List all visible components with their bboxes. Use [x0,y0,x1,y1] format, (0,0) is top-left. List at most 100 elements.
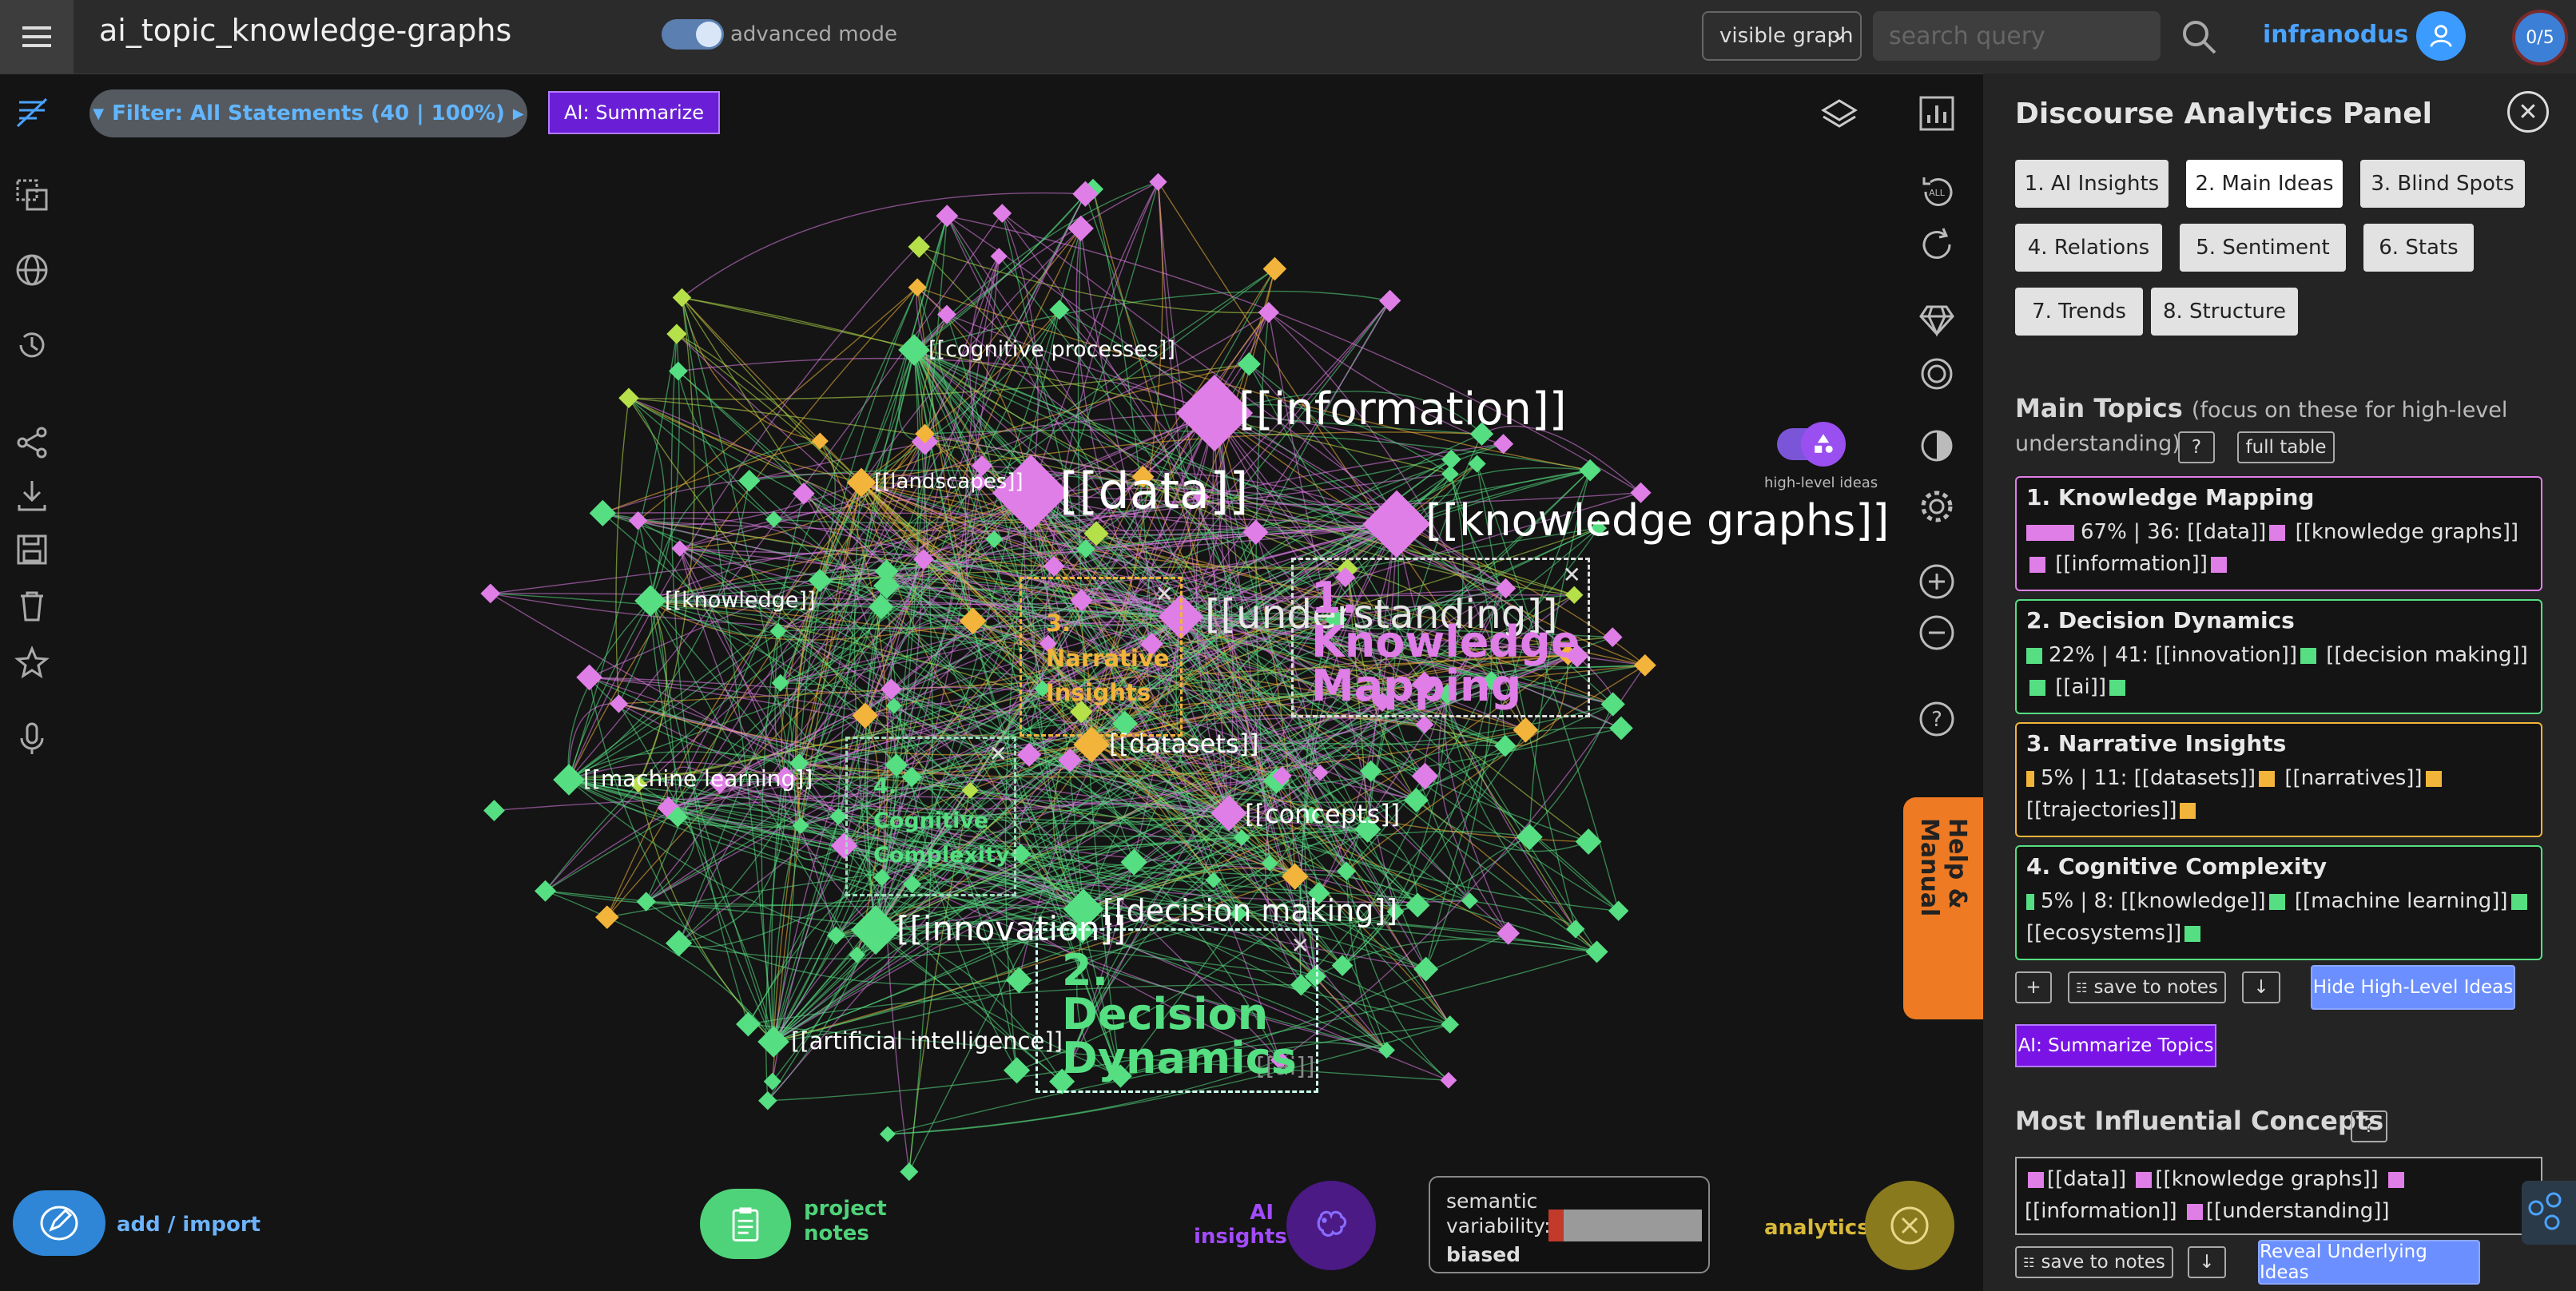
graph-node[interactable] [1575,828,1602,855]
tab-structure[interactable]: 8. Structure [2151,288,2298,336]
node-label-information[interactable]: [[information]] [1238,383,1567,435]
influential-concept[interactable]: [[information]] [2025,1199,2177,1223]
help-manual-label[interactable]: Help & Manual [1915,818,1971,1000]
project-notes-button[interactable] [700,1189,791,1259]
tab-stats[interactable]: 6. Stats [2363,224,2474,272]
topic-concept[interactable]: [[knowledge graphs]] [2296,520,2518,544]
graph-node[interactable] [589,499,616,526]
graph-node[interactable] [594,905,619,929]
close-icon[interactable]: ✕ [1291,932,1310,959]
diamond-icon[interactable] [1914,297,1959,342]
topic-concept[interactable]: [[information]] [2055,552,2208,576]
graph-canvas[interactable] [64,73,1902,1291]
tab-sentiment[interactable]: 5. Sentiment [2180,224,2346,272]
refresh-icon[interactable] [1914,222,1959,267]
graph-node[interactable] [1237,352,1261,376]
microphone-icon[interactable] [11,717,53,759]
graph-node[interactable] [1633,653,1656,677]
graph-node[interactable] [1262,256,1287,281]
add-topic-button[interactable]: + [2015,971,2052,1003]
influential-concept[interactable]: [[data]] [2047,1167,2126,1191]
graph-node[interactable] [1413,956,1439,982]
download-concepts-button[interactable]: ↓ [2188,1246,2226,1278]
save-concepts-button[interactable]: ☷ save to notes [2015,1246,2173,1278]
tab-trends[interactable]: 7. Trends [2015,288,2143,336]
topic-concept[interactable]: [[data]] [2187,520,2266,544]
ai-summarize-button[interactable]: AI: Summarize [548,91,721,134]
hide-high-level-ideas-button[interactable]: Hide High-Level Ideas [2311,965,2515,1010]
topic-card-3[interactable]: 3. Narrative Insights 5% | 11: [[dataset… [2015,722,2542,837]
star-icon[interactable] [11,642,53,684]
close-icon[interactable]: ✕ [2507,91,2549,133]
add-import-button[interactable] [13,1190,105,1256]
topic-card-4[interactable]: 4. Cognitive Complexity 5% | 8: [[knowle… [2015,845,2542,960]
graph-node[interactable] [1497,921,1521,945]
reveal-underlying-ideas-button[interactable]: Reveal Underlying Ideas [2258,1240,2480,1285]
zoom-out-icon[interactable] [1914,610,1959,655]
close-icon[interactable]: ✕ [1155,581,1174,607]
history-icon[interactable] [11,324,53,366]
node-label-knowledge-graphs[interactable]: [[knowledge graphs]] [1425,495,1889,546]
help-icon[interactable]: ? [1914,697,1959,741]
node-label-concepts[interactable]: [[concepts]] [1245,799,1400,829]
tab-ai-insights[interactable]: 1. AI Insights [2015,160,2169,208]
graph-node[interactable] [900,1162,919,1182]
brand-link[interactable]: infranodus [2263,21,2408,49]
tab-main-ideas[interactable]: 2. Main Ideas [2186,160,2343,208]
analytics-label[interactable]: analytics [1764,1216,1870,1240]
contrast-icon[interactable] [1914,423,1959,468]
download-icon[interactable] [11,475,53,516]
influential-concept[interactable]: [[understanding]] [2206,1199,2390,1223]
graph-node[interactable] [1609,716,1633,741]
hide-text-icon[interactable] [11,93,53,134]
graph-node[interactable] [735,1011,761,1037]
cluster-box-knowledge-mapping[interactable]: 1. Knowledge Mapping ✕ [1291,558,1590,717]
graph-node[interactable] [553,764,585,796]
user-icon[interactable] [2416,11,2466,61]
node-label-landscapes[interactable]: [[landscapes]] [874,470,1024,494]
graph-node[interactable] [483,800,505,821]
graph-node[interactable] [634,585,666,617]
project-notes-label[interactable]: project notes [804,1197,900,1246]
menu-icon[interactable] [0,0,74,73]
node-label-artificial-intelligence[interactable]: [[artificial intelligence]] [791,1027,1063,1055]
close-icon[interactable]: ✕ [989,741,1008,767]
main-topics-help-button[interactable]: ? [2178,431,2215,463]
graph-node[interactable] [618,387,639,408]
close-icon[interactable]: ✕ [1563,562,1581,588]
ai-summarize-topics-button[interactable]: AI: Summarize Topics [2015,1024,2216,1067]
zoom-in-icon[interactable] [1914,559,1959,604]
search-input[interactable] [1873,11,2161,61]
node-label-knowledge[interactable]: [[knowledge]] [665,588,816,613]
ring-icon[interactable] [1914,352,1959,396]
credits-counter[interactable]: 0/5 [2512,10,2568,66]
topic-concept[interactable]: [[narratives]] [2284,766,2422,790]
graph-node[interactable] [480,583,501,604]
share-icon[interactable] [11,422,53,463]
layers-icon[interactable] [1817,93,1862,137]
globe-icon[interactable] [11,249,53,291]
graph-node[interactable] [1004,1057,1031,1084]
graph-node[interactable] [992,204,1012,223]
full-table-button[interactable]: full table [2237,431,2335,463]
ai-insights-button[interactable] [1286,1181,1376,1270]
topic-concept[interactable]: [[knowledge]] [2121,889,2266,913]
topic-concept[interactable]: [[ai]] [2055,675,2106,699]
topic-concept[interactable]: [[decision making]] [2326,643,2528,667]
search-icon[interactable] [2178,16,2220,58]
download-topics-button[interactable]: ↓ [2242,971,2280,1003]
cluster-box-cognitive-complexity[interactable]: 4. Cognitive Complexity ✕ [845,737,1016,896]
graph-node[interactable] [1378,289,1401,312]
graph-node[interactable] [1602,627,1623,647]
network-icon[interactable] [2522,1181,2576,1245]
network-graph[interactable] [64,73,1902,1291]
select-area-icon[interactable] [11,174,53,216]
filter-dropdown[interactable]: ▼ Filter: All Statements (40 | 100%) ▶ [89,89,527,137]
reset-all-icon[interactable]: ALL [1914,169,1959,214]
advanced-mode-toggle[interactable] [662,19,724,50]
node-label-cognitive-processes[interactable]: [[cognitive processes]] [928,337,1175,362]
analytics-close-button[interactable] [1865,1181,1954,1270]
chart-icon[interactable] [1914,91,1959,136]
node-label-data[interactable]: [[data]] [1059,462,1248,520]
tab-blind-spots[interactable]: 3. Blind Spots [2360,160,2525,208]
